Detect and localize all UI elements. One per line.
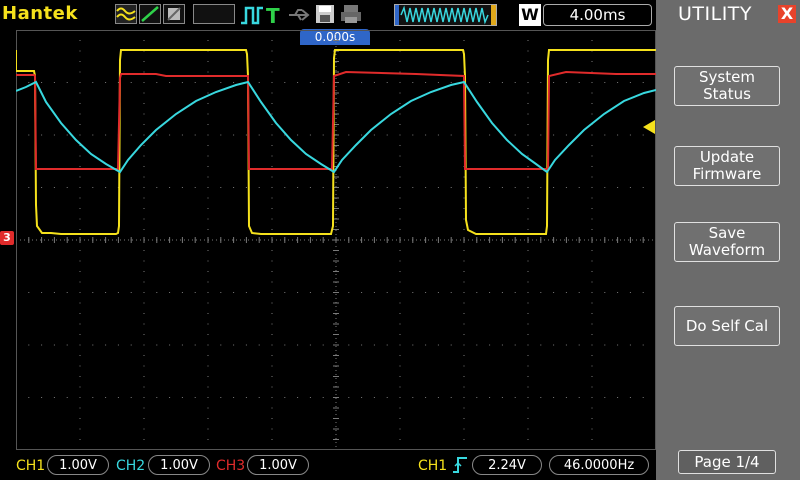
trigger-level-marker[interactable] — [643, 120, 655, 134]
page-indicator-button[interactable]: Page 1/4 — [678, 450, 776, 474]
save-waveform-button[interactable]: Save Waveform — [674, 222, 780, 262]
pulse-trigger-icon — [240, 5, 264, 29]
close-icon[interactable]: X — [778, 5, 796, 23]
ch1-scale[interactable]: 1.00V — [47, 455, 109, 475]
gray-pattern-icon — [163, 4, 185, 24]
utility-header: UTILITY X — [656, 0, 800, 30]
timebase-readout: 4.00ms — [543, 4, 652, 26]
top-status-bar: Hantek T W 4.00ms — [0, 0, 656, 30]
system-status-button[interactable]: System Status — [674, 66, 780, 106]
save-disk-icon — [315, 4, 335, 28]
ch3-ground-marker[interactable]: 3 — [0, 231, 14, 245]
frequency-readout: 46.0000Hz — [549, 455, 649, 475]
brand-logo: Hantek — [2, 3, 78, 24]
memory-waveform-indicator — [394, 4, 497, 26]
ch1-label[interactable]: CH1 — [16, 458, 45, 474]
usb-icon — [288, 6, 312, 28]
printer-icon — [340, 4, 362, 28]
update-firmware-button[interactable]: Update Firmware — [674, 146, 780, 186]
waveform-display — [16, 30, 656, 450]
ch2-scale[interactable]: 1.00V — [148, 455, 210, 475]
self-cal-button[interactable]: Do Self Cal — [674, 306, 780, 346]
ch2-label[interactable]: CH2 — [116, 458, 145, 474]
utility-menu-panel: UTILITY X System Status Update Firmware … — [656, 0, 800, 480]
graticule — [16, 30, 656, 450]
rising-edge-icon — [452, 456, 468, 478]
ch3-label[interactable]: CH3 — [216, 458, 245, 474]
trigger-t-icon: T — [266, 4, 280, 28]
utility-title: UTILITY — [678, 3, 753, 25]
ch3-scale[interactable]: 1.00V — [247, 455, 309, 475]
trigger-source-label[interactable]: CH1 — [418, 458, 447, 474]
blank-indicator — [193, 4, 235, 24]
trigger-level-readout[interactable]: 2.24V — [472, 455, 542, 475]
ramp-icon — [139, 4, 161, 24]
waveform-mode-icon — [115, 4, 137, 24]
window-mode-badge: W — [519, 4, 541, 26]
